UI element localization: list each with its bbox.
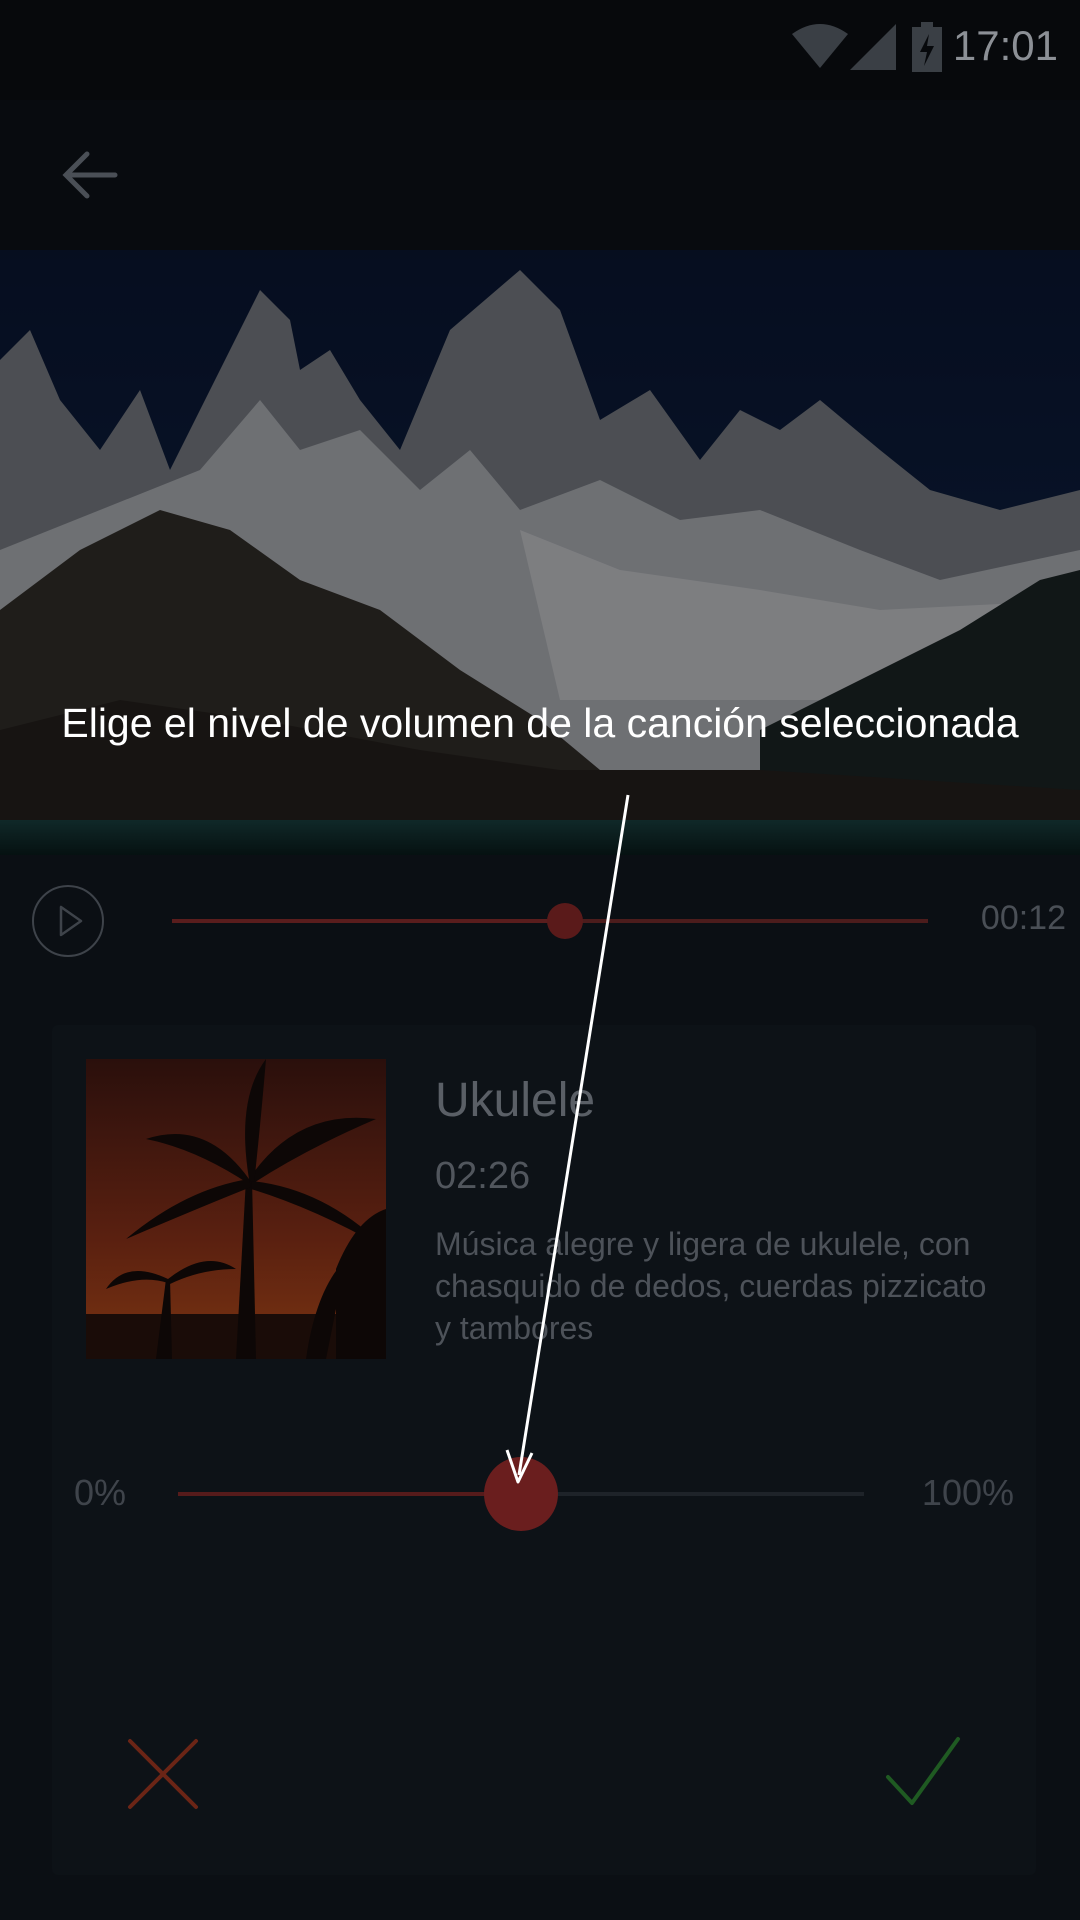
play-button[interactable] xyxy=(32,885,104,957)
status-bar: 17:01 xyxy=(0,0,1080,100)
battery-charging-icon xyxy=(912,22,942,72)
hero-image xyxy=(0,250,1080,855)
elapsed-time: 00:12 xyxy=(980,899,1066,937)
toolbar xyxy=(0,100,1080,250)
status-time: 17:01 xyxy=(952,22,1058,69)
seek-bar[interactable] xyxy=(172,903,928,939)
check-icon[interactable] xyxy=(884,1733,962,1811)
signal-icon xyxy=(850,24,896,70)
close-icon[interactable] xyxy=(124,1735,202,1813)
album-art xyxy=(86,1059,386,1359)
volume-slider-thumb[interactable] xyxy=(484,1457,558,1531)
song-duration: 02:26 xyxy=(435,1155,531,1197)
preview-player: 00:12 xyxy=(0,855,1080,985)
song-card: Ukulele 02:26 Música alegre y ligera de … xyxy=(52,1025,1036,1875)
song-title: Ukulele xyxy=(435,1074,596,1127)
play-icon xyxy=(59,905,83,937)
volume-control: 0% 100% xyxy=(52,1450,1036,1540)
arrow-back-icon[interactable] xyxy=(55,140,125,210)
volume-slider[interactable] xyxy=(178,1457,864,1531)
hero-dim-overlay xyxy=(0,250,1080,855)
volume-max-label: 100% xyxy=(921,1472,1014,1513)
volume-min-label: 0% xyxy=(74,1472,127,1513)
song-description: Música alegre y ligera de ukulele, con c… xyxy=(435,1226,987,1346)
wifi-icon xyxy=(792,24,848,68)
tutorial-hint: Elige el nivel de volumen de la canción … xyxy=(61,700,1019,746)
seek-bar-progress xyxy=(172,919,566,923)
volume-slider-fill xyxy=(178,1492,521,1496)
seek-bar-thumb[interactable] xyxy=(547,903,584,939)
